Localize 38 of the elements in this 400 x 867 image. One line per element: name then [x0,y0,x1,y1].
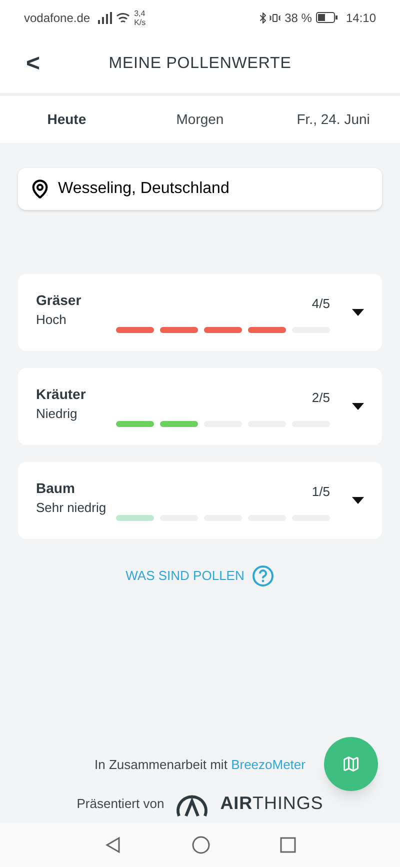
dropdown-caret-icon[interactable] [352,403,364,410]
pollen-name: Kräuter [36,385,87,404]
pollen-card[interactable]: Kräuter Niedrig 2/5 [18,368,382,445]
battery-percent: 38 % [284,10,312,26]
battery-icon [316,12,338,23]
wifi-icon [116,12,130,24]
back-button[interactable]: < [22,46,44,82]
speed-unit: K/s [134,18,146,26]
map-icon [342,755,360,773]
nav-home-icon[interactable] [192,836,210,854]
page-title: MEINE POLLENWERTE [108,54,292,74]
pollen-score: 4/5 [312,295,330,313]
signal-icon [98,12,112,24]
clock-time: 14:10 [346,10,376,26]
pollen-name: Gräser [36,291,82,310]
day-tab[interactable]: Heute [0,96,134,143]
brand-name: AIRTHINGS [220,792,324,815]
pollen-rating: Niedrig [36,405,78,423]
dropdown-caret-icon[interactable] [352,497,364,504]
vibrate-icon [268,12,281,24]
pollen-card[interactable]: Baum Sehr niedrig 1/5 [18,462,382,539]
pollen-score: 2/5 [312,389,330,407]
dropdown-caret-icon[interactable] [352,309,364,316]
location-pin-icon [30,179,50,199]
pollen-rating: Sehr niedrig [36,499,108,517]
partner-text: In Zusammenarbeit mit BreezoMeter [94,756,306,774]
pollen-name: Baum [36,479,76,498]
pollen-card[interactable]: Gräser Hoch 4/5 [18,274,382,351]
presented-text: Präsentiert von [76,794,164,813]
pollen-rating: Hoch [36,311,68,329]
location-field[interactable]: Wesseling, Deutschland [18,168,382,210]
day-tab[interactable]: Morgen [133,96,267,143]
pollen-score: 1/5 [312,483,330,501]
speed-value: 3,4 [134,8,146,18]
carrier-name: vodafone.de [24,10,90,26]
nav-back-icon[interactable] [104,836,122,854]
nav-recents-icon[interactable] [280,837,296,853]
day-tab[interactable]: Fr., 24. Juni [266,96,400,143]
